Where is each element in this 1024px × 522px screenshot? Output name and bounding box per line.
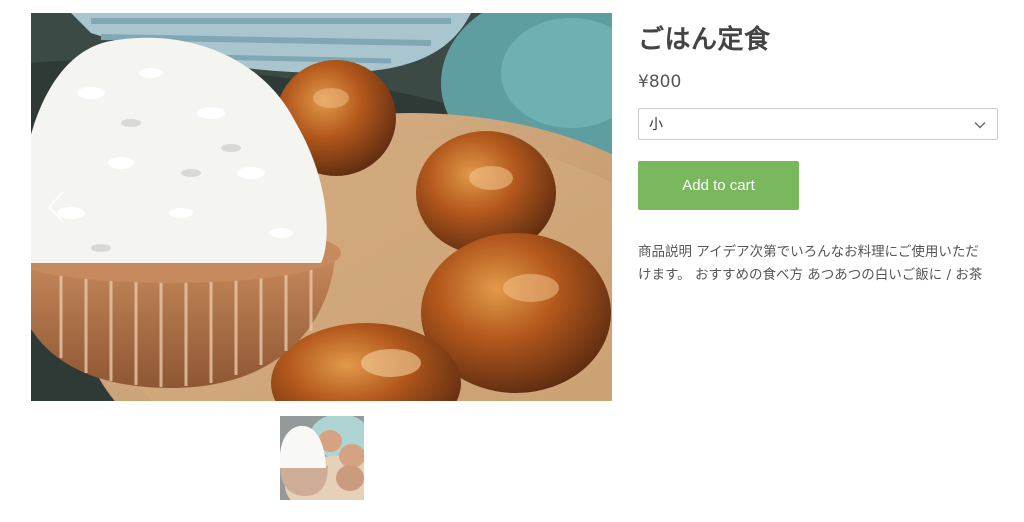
thumbnail-image	[280, 416, 364, 500]
product-info: ごはん定食 ¥800 小 Add to cart 商品説明 アイデア次第でいろん…	[638, 20, 1000, 287]
description-line: 商品説明 アイデア次第でいろんなお料理にご使用いただ	[638, 244, 979, 260]
gallery-thumbnail[interactable]	[280, 416, 364, 500]
size-select[interactable]: 小	[638, 108, 998, 140]
product-description: 商品説明 アイデア次第でいろんなお料理にご使用いただ けます。 おすすめの食べ方…	[638, 241, 1000, 287]
product-main-image	[31, 13, 612, 401]
product-title: ごはん定食	[638, 25, 771, 55]
product-image-gallery[interactable]	[31, 13, 612, 401]
size-select-value: 小	[649, 117, 663, 133]
product-price: ¥800	[638, 72, 682, 92]
chevron-down-icon	[974, 122, 986, 129]
description-line: けます。 おすすめの食べ方 あつあつの白いご飯に / お茶	[638, 267, 983, 283]
gallery-prev-button[interactable]	[41, 187, 71, 227]
add-to-cart-button[interactable]: Add to cart	[638, 161, 799, 210]
chevron-left-icon	[47, 191, 64, 223]
